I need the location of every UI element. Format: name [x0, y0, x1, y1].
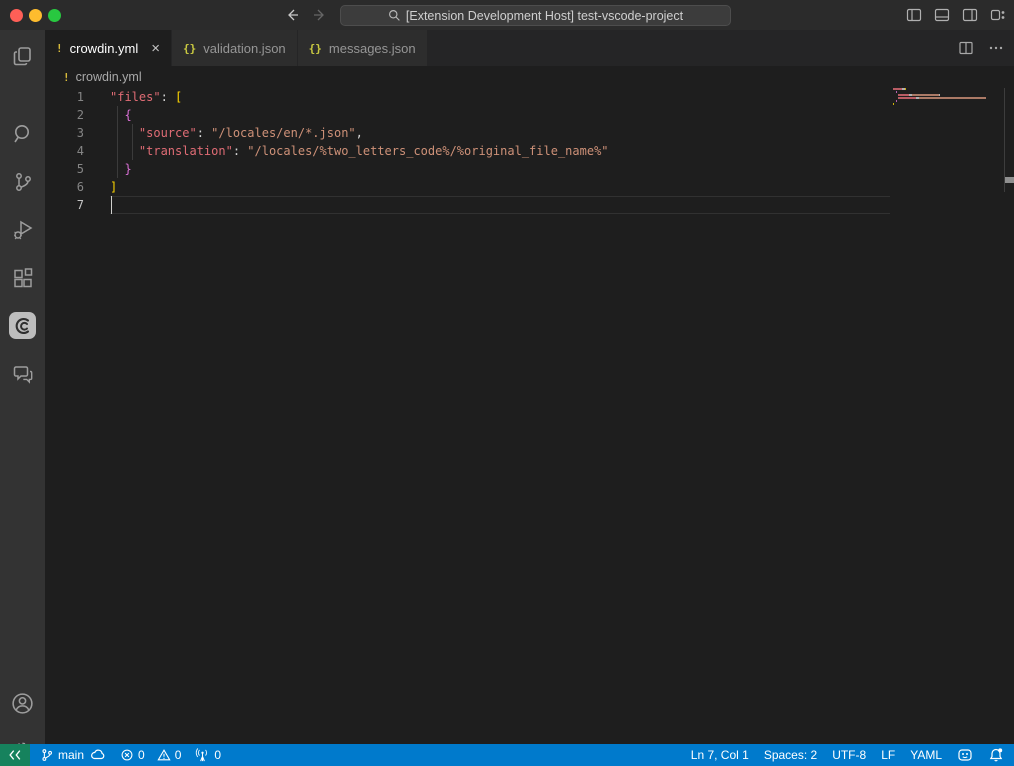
remote-window-icon — [8, 748, 22, 762]
current-line-highlight — [110, 196, 890, 214]
breadcrumb-file: crowdin.yml — [76, 70, 142, 84]
status-right: Ln 7, Col 1 Spaces: 2 UTF-8 LF YAML — [691, 747, 1014, 763]
eol-status[interactable]: LF — [881, 748, 895, 762]
ports-status[interactable]: 0 — [195, 748, 221, 763]
sidebar-item-run-debug[interactable] — [0, 207, 45, 252]
extensions-icon — [11, 266, 35, 290]
line-number: 5 — [77, 160, 84, 178]
indent-guide — [132, 142, 133, 160]
encoding-status[interactable]: UTF-8 — [832, 748, 866, 762]
tab-label: validation.json — [203, 41, 285, 56]
vscode-window: [Extension Development Host] test-vscode… — [0, 0, 1014, 766]
problems-status[interactable]: 0 0 — [120, 748, 181, 762]
sidebar-item-accounts[interactable] — [0, 681, 45, 726]
toggle-secondary-sidebar-icon[interactable] — [961, 6, 978, 23]
command-center-search[interactable]: [Extension Development Host] test-vscode… — [340, 5, 731, 26]
json-file-icon: {} — [309, 42, 322, 55]
code-line: "files": [ — [110, 88, 182, 106]
line-number: 7 — [77, 196, 84, 214]
branch-name: main — [58, 748, 84, 762]
crowdin-icon — [9, 312, 36, 339]
go-forward-button[interactable] — [310, 5, 330, 25]
editor-actions — [958, 30, 1004, 66]
sidebar-item-extensions[interactable] — [0, 255, 45, 300]
activity-bar — [0, 30, 45, 744]
errors-icon — [120, 748, 134, 762]
code-line: } — [110, 160, 132, 178]
tab-messages-json[interactable]: {} messages.json — [298, 30, 428, 66]
indent-guide — [117, 160, 118, 178]
title-bar: [Extension Development Host] test-vscode… — [0, 0, 1014, 30]
overview-ruler-cursor-mark — [1005, 177, 1014, 183]
command-center-title: [Extension Development Host] test-vscode… — [406, 9, 683, 23]
indent-guide — [117, 124, 118, 142]
close-window-button[interactable] — [10, 9, 23, 22]
minimize-window-button[interactable] — [29, 9, 42, 22]
sidebar-item-search[interactable] — [0, 111, 45, 156]
split-editor-icon[interactable] — [958, 40, 974, 56]
text-cursor — [111, 196, 113, 214]
tab-crowdin-yml[interactable]: ! crowdin.yml × — [45, 30, 172, 66]
yaml-file-icon: ! — [63, 71, 70, 84]
layout-controls — [905, 6, 1006, 23]
tab-validation-json[interactable]: {} validation.json — [172, 30, 298, 66]
go-back-button[interactable] — [282, 5, 302, 25]
customize-layout-icon[interactable] — [989, 6, 1006, 23]
search-icon — [11, 122, 35, 146]
tab-label: messages.json — [329, 41, 416, 56]
breadcrumb[interactable]: ! crowdin.yml — [45, 66, 1014, 88]
radio-tower-icon — [195, 748, 210, 763]
line-number: 2 — [77, 106, 84, 124]
comments-icon — [11, 362, 35, 386]
language-mode-status[interactable]: YAML — [910, 748, 942, 762]
forward-arrow-icon — [312, 7, 328, 23]
tab-label: crowdin.yml — [70, 41, 139, 56]
ports-count: 0 — [214, 748, 221, 762]
run-debug-icon — [11, 218, 35, 242]
remote-indicator[interactable] — [0, 744, 30, 766]
back-arrow-icon — [284, 7, 300, 23]
code-editor[interactable]: 1234567 "files": [ { "source": "/locales… — [45, 88, 1014, 744]
explorer-icon — [11, 44, 35, 68]
branch-status[interactable]: main — [40, 748, 84, 762]
line-number: 4 — [77, 142, 84, 160]
sync-cloud-icon — [90, 747, 106, 763]
sidebar-item-crowdin[interactable] — [0, 303, 45, 348]
status-bar: main 0 0 0 Ln 7, Col 1 Spaces: 2 UTF-8 — [0, 744, 1014, 766]
sidebar-item-comments[interactable] — [0, 351, 45, 396]
toggle-sidebar-icon[interactable] — [905, 6, 922, 23]
zoom-window-button[interactable] — [48, 9, 61, 22]
close-tab-icon[interactable]: × — [151, 41, 160, 56]
indentation-status[interactable]: Spaces: 2 — [764, 748, 817, 762]
error-count: 0 — [138, 748, 145, 762]
cursor-position-status[interactable]: Ln 7, Col 1 — [691, 748, 749, 762]
toggle-panel-icon[interactable] — [933, 6, 950, 23]
indent-guide — [117, 106, 118, 124]
indent-guide — [117, 142, 118, 160]
yaml-file-icon: ! — [56, 42, 63, 55]
more-actions-icon[interactable] — [988, 40, 1004, 56]
warning-count: 0 — [175, 748, 182, 762]
sidebar-item-source-control[interactable] — [0, 159, 45, 204]
git-branch-icon — [40, 748, 54, 762]
indent-guide — [132, 124, 133, 142]
source-control-icon — [11, 170, 35, 194]
status-left: main 0 0 0 — [40, 747, 221, 763]
code-line: "source": "/locales/en/*.json", — [110, 124, 363, 142]
warnings-icon — [157, 748, 171, 762]
sidebar-item-explorer[interactable] — [0, 33, 45, 78]
accounts-icon — [10, 691, 35, 716]
line-number: 1 — [77, 88, 84, 106]
json-file-icon: {} — [183, 42, 196, 55]
code-line: ] — [110, 178, 117, 196]
notifications-bell-icon[interactable] — [988, 747, 1004, 763]
line-number: 6 — [77, 178, 84, 196]
search-icon — [388, 9, 401, 22]
sync-changes-button[interactable] — [90, 747, 106, 763]
line-number: 3 — [77, 124, 84, 142]
code-line: { — [110, 106, 132, 124]
feedback-smiley-icon[interactable] — [957, 747, 973, 763]
tab-bar: ! crowdin.yml × {} validation.json {} me… — [45, 30, 1014, 66]
code-line: "translation": "/locales/%two_letters_co… — [110, 142, 609, 160]
